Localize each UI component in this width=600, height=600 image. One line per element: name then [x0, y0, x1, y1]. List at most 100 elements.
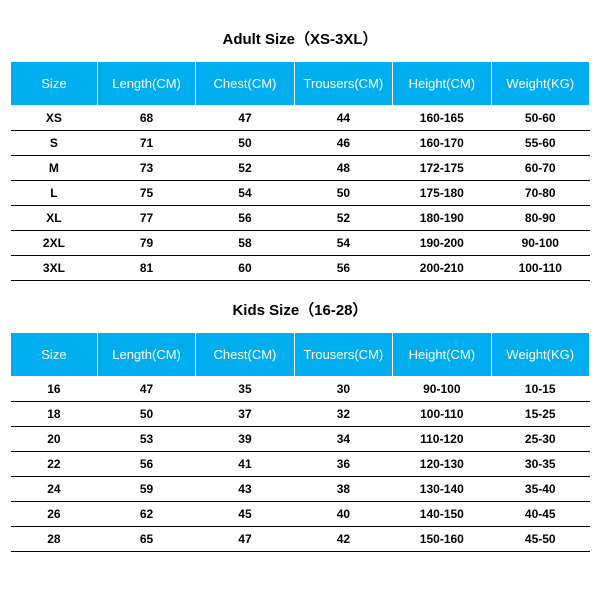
header-trousers: Trousers(CM) [294, 333, 392, 377]
header-weight: Weight(KG) [491, 333, 589, 377]
cell: 59 [97, 477, 195, 502]
cell: 175-180 [393, 181, 491, 206]
cell: 160-170 [393, 131, 491, 156]
cell: 2XL [11, 231, 98, 256]
cell: 20 [11, 427, 98, 452]
table-row: M735248172-17560-70 [11, 156, 590, 181]
cell: 48 [294, 156, 392, 181]
header-height: Height(CM) [393, 333, 491, 377]
adult-size-title: Adult Size（XS-3XL） [10, 28, 590, 49]
cell: 90-100 [491, 231, 589, 256]
header-length: Length(CM) [97, 62, 195, 106]
header-chest: Chest(CM) [196, 62, 294, 106]
cell: 10-15 [491, 377, 589, 402]
cell: 52 [196, 156, 294, 181]
header-size: Size [11, 62, 98, 106]
table-row: 18503732100-11015-25 [11, 402, 590, 427]
cell: 71 [97, 131, 195, 156]
header-trousers: Trousers(CM) [294, 62, 392, 106]
cell: 54 [196, 181, 294, 206]
cell: 50 [97, 402, 195, 427]
cell: 40-45 [491, 502, 589, 527]
table-row: 2XL795854190-20090-100 [11, 231, 590, 256]
cell: 56 [196, 206, 294, 231]
table-row: 22564136120-13030-35 [11, 452, 590, 477]
cell: 140-150 [393, 502, 491, 527]
cell: 60-70 [491, 156, 589, 181]
cell: 28 [11, 527, 98, 552]
cell: 160-165 [393, 106, 491, 131]
kids-size-table: Size Length(CM) Chest(CM) Trousers(CM) H… [10, 332, 590, 552]
cell: 32 [294, 402, 392, 427]
cell: 16 [11, 377, 98, 402]
kids-tbody: 1647353090-10010-1518503732100-11015-252… [11, 377, 590, 552]
table-row: 20533934110-12025-30 [11, 427, 590, 452]
cell: 50 [294, 181, 392, 206]
cell: 100-110 [491, 256, 589, 281]
header-length: Length(CM) [97, 333, 195, 377]
cell: 62 [97, 502, 195, 527]
cell: 53 [97, 427, 195, 452]
cell: 56 [294, 256, 392, 281]
cell: 39 [196, 427, 294, 452]
cell: 22 [11, 452, 98, 477]
cell: 42 [294, 527, 392, 552]
cell: 50-60 [491, 106, 589, 131]
cell: 79 [97, 231, 195, 256]
cell: 34 [294, 427, 392, 452]
cell: 58 [196, 231, 294, 256]
cell: 50 [196, 131, 294, 156]
cell: 25-30 [491, 427, 589, 452]
cell: 18 [11, 402, 98, 427]
cell: 26 [11, 502, 98, 527]
cell: 35-40 [491, 477, 589, 502]
table-row: XL775652180-19080-90 [11, 206, 590, 231]
cell: 44 [294, 106, 392, 131]
table-row: 24594338130-14035-40 [11, 477, 590, 502]
cell: 38 [294, 477, 392, 502]
table-row: L755450175-18070-80 [11, 181, 590, 206]
cell: 47 [196, 106, 294, 131]
cell: 60 [196, 256, 294, 281]
cell: 30 [294, 377, 392, 402]
cell: 81 [97, 256, 195, 281]
cell: XS [11, 106, 98, 131]
table-row: 26624540140-15040-45 [11, 502, 590, 527]
cell: 130-140 [393, 477, 491, 502]
header-weight: Weight(KG) [491, 62, 589, 106]
cell: 110-120 [393, 427, 491, 452]
cell: 35 [196, 377, 294, 402]
header-size: Size [11, 333, 98, 377]
cell: 120-130 [393, 452, 491, 477]
cell: 80-90 [491, 206, 589, 231]
cell: 36 [294, 452, 392, 477]
cell: 70-80 [491, 181, 589, 206]
table-row: XS684744160-16550-60 [11, 106, 590, 131]
cell: 190-200 [393, 231, 491, 256]
cell: 45 [196, 502, 294, 527]
cell: S [11, 131, 98, 156]
cell: 150-160 [393, 527, 491, 552]
cell: 75 [97, 181, 195, 206]
table-row: 28654742150-16045-50 [11, 527, 590, 552]
cell: 3XL [11, 256, 98, 281]
cell: 45-50 [491, 527, 589, 552]
cell: 56 [97, 452, 195, 477]
cell: 47 [97, 377, 195, 402]
cell: 68 [97, 106, 195, 131]
cell: 73 [97, 156, 195, 181]
table-row: 1647353090-10010-15 [11, 377, 590, 402]
cell: 54 [294, 231, 392, 256]
cell: L [11, 181, 98, 206]
header-chest: Chest(CM) [196, 333, 294, 377]
adult-size-table: Size Length(CM) Chest(CM) Trousers(CM) H… [10, 61, 590, 281]
cell: 43 [196, 477, 294, 502]
cell: XL [11, 206, 98, 231]
cell: 90-100 [393, 377, 491, 402]
cell: 100-110 [393, 402, 491, 427]
table-row: S715046160-17055-60 [11, 131, 590, 156]
cell: 37 [196, 402, 294, 427]
cell: M [11, 156, 98, 181]
cell: 40 [294, 502, 392, 527]
cell: 200-210 [393, 256, 491, 281]
